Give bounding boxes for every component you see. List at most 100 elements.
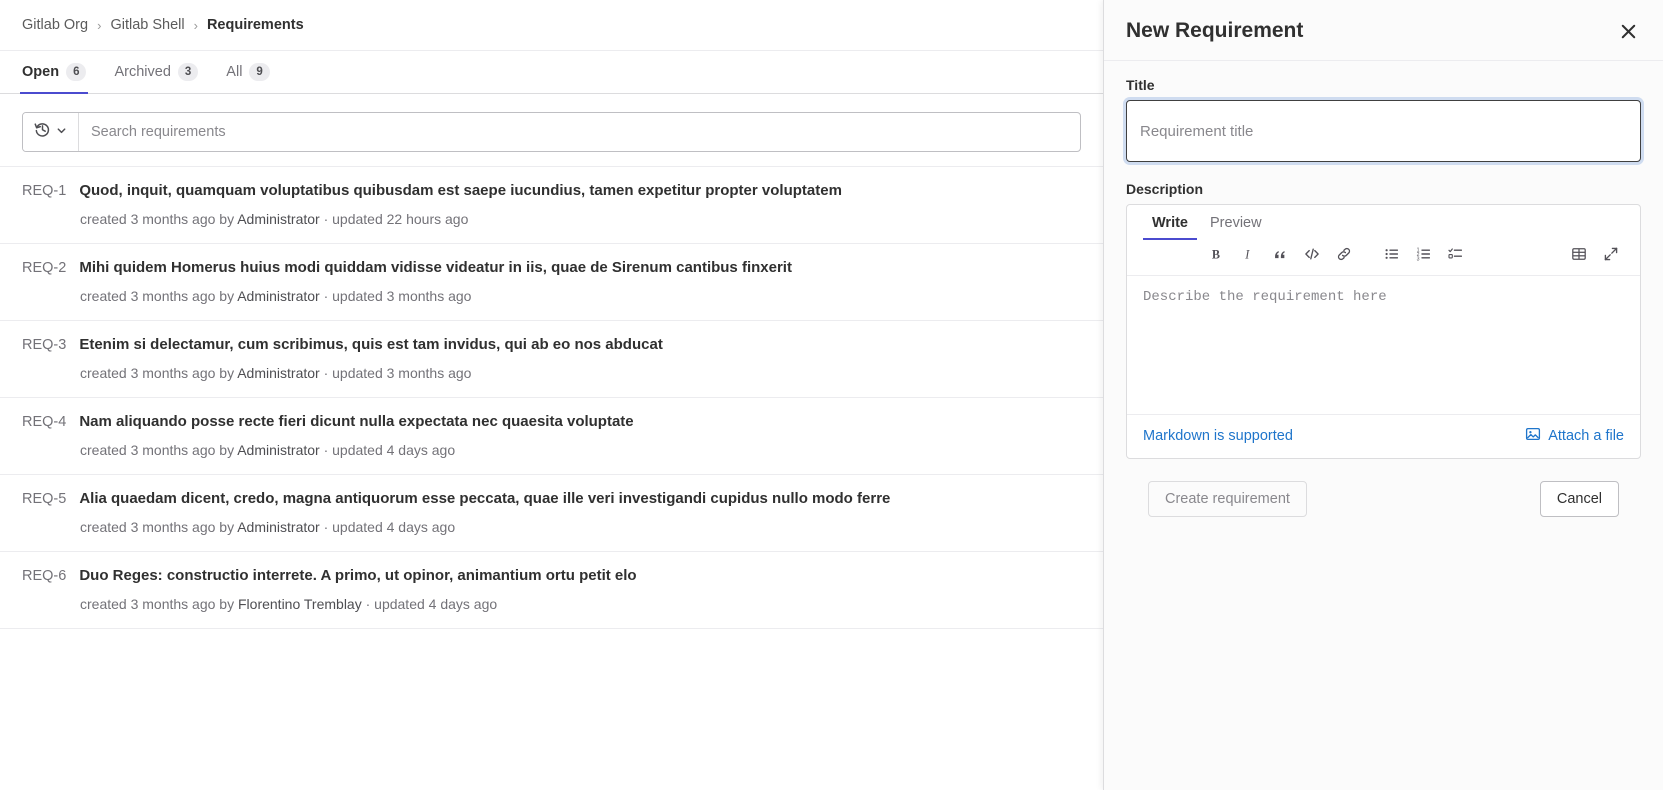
requirement-title[interactable]: Etenim si delectamur, cum scribimus, qui…: [79, 336, 662, 353]
requirement-id: REQ-6: [22, 568, 67, 584]
image-icon: [1525, 426, 1541, 446]
requirement-meta: created 3 months ago by Administrator · …: [80, 288, 1081, 304]
requirement-id: REQ-2: [22, 260, 67, 276]
search-bar-container: Search requirements: [0, 94, 1103, 166]
requirement-created: created 3 months ago by: [80, 288, 238, 304]
requirement-meta: created 3 months ago by Florentino Tremb…: [80, 596, 1081, 612]
svg-text:3: 3: [1417, 257, 1420, 262]
drawer-actions: Create requirement Cancel: [1126, 459, 1641, 517]
quote-icon[interactable]: [1265, 241, 1295, 267]
requirement-heading: REQ-3 Etenim si delectamur, cum scribimu…: [22, 336, 1081, 353]
requirement-author[interactable]: Administrator: [237, 442, 319, 458]
tab-all-count: 9: [249, 63, 270, 81]
requirement-updated: · updated 3 months ago: [319, 288, 472, 304]
tab-open-label: Open: [22, 64, 60, 80]
new-requirement-drawer: New Requirement Title Description Write …: [1103, 0, 1663, 790]
tab-open[interactable]: Open 6: [19, 51, 100, 94]
svg-text:I: I: [1244, 247, 1250, 261]
requirement-title[interactable]: Mihi quidem Homerus huius modi quiddam v…: [79, 259, 792, 276]
markdown-supported-link[interactable]: Markdown is supported: [1143, 428, 1293, 444]
requirement-title[interactable]: Quod, inquit, quamquam voluptatibus quib…: [79, 182, 842, 199]
requirement-updated: · updated 4 days ago: [319, 519, 456, 535]
requirement-title-input[interactable]: [1126, 100, 1641, 162]
requirement-meta: created 3 months ago by Administrator · …: [80, 442, 1081, 458]
requirement-author[interactable]: Administrator: [237, 288, 319, 304]
markdown-toolbar: B I 1 2 3: [1127, 240, 1640, 276]
requirement-created: created 3 months ago by: [80, 211, 238, 227]
tab-open-count: 6: [66, 63, 87, 81]
requirement-created: created 3 months ago by: [80, 519, 238, 535]
requirement-updated: · updated 3 months ago: [319, 365, 472, 381]
table-icon[interactable]: [1564, 241, 1594, 267]
requirement-meta: created 3 months ago by Administrator · …: [80, 519, 1081, 535]
recent-searches-dropdown[interactable]: [23, 113, 79, 151]
requirement-created: created 3 months ago by: [80, 365, 238, 381]
markdown-editor-footer: Markdown is supported Attach a file: [1127, 414, 1640, 458]
requirement-row-req-4[interactable]: REQ-4 Nam aliquando posse recte fieri di…: [0, 398, 1103, 475]
tab-archived[interactable]: Archived 3: [114, 51, 212, 93]
requirement-id: REQ-5: [22, 491, 67, 507]
italic-icon[interactable]: I: [1233, 241, 1263, 267]
breadcrumb-item-org[interactable]: Gitlab Org: [22, 17, 88, 33]
requirement-title[interactable]: Alia quaedam dicent, credo, magna antiqu…: [79, 490, 890, 507]
tab-preview[interactable]: Preview: [1201, 213, 1271, 240]
requirement-row-req-3[interactable]: REQ-3 Etenim si delectamur, cum scribimu…: [0, 321, 1103, 398]
cancel-button[interactable]: Cancel: [1539, 481, 1619, 517]
drawer-body: Title Description Write Preview B: [1104, 61, 1663, 790]
search-input[interactable]: Search requirements: [79, 113, 1080, 151]
tab-archived-count: 3: [177, 63, 199, 81]
create-requirement-button[interactable]: Create requirement: [1148, 481, 1307, 517]
requirement-description-textarea[interactable]: [1127, 276, 1640, 414]
requirement-id: REQ-1: [22, 183, 67, 199]
fullscreen-icon[interactable]: [1596, 241, 1626, 267]
search-placeholder: Search requirements: [91, 124, 226, 140]
requirement-author[interactable]: Administrator: [237, 211, 319, 227]
title-field-label: Title: [1126, 77, 1155, 93]
breadcrumb-item-project[interactable]: Gitlab Shell: [110, 17, 184, 33]
requirement-updated: · updated 4 days ago: [319, 442, 456, 458]
bold-icon[interactable]: B: [1201, 241, 1231, 267]
requirement-created: created 3 months ago by: [80, 442, 238, 458]
app-root: Gitlab Org › Gitlab Shell › Requirements…: [0, 0, 1663, 790]
breadcrumb-item-current[interactable]: Requirements: [207, 17, 304, 33]
requirement-id: REQ-3: [22, 337, 67, 353]
tab-all[interactable]: All 9: [226, 51, 284, 93]
requirement-updated: · updated 4 days ago: [361, 596, 498, 612]
tab-archived-label: Archived: [114, 64, 171, 80]
requirement-row-req-6[interactable]: REQ-6 Duo Reges: constructio interrete. …: [0, 552, 1103, 629]
bullet-list-icon[interactable]: [1377, 241, 1407, 267]
requirement-row-req-2[interactable]: REQ-2 Mihi quidem Homerus huius modi qui…: [0, 244, 1103, 321]
close-icon[interactable]: [1615, 18, 1641, 44]
svg-text:B: B: [1211, 247, 1219, 261]
breadcrumb: Gitlab Org › Gitlab Shell › Requirements: [0, 0, 1103, 50]
numbered-list-icon[interactable]: 1 2 3: [1409, 241, 1439, 267]
attach-file-label: Attach a file: [1548, 428, 1624, 444]
requirement-updated: · updated 22 hours ago: [319, 211, 469, 227]
requirement-meta: created 3 months ago by Administrator · …: [80, 365, 1081, 381]
requirement-meta: created 3 months ago by Administrator · …: [80, 211, 1081, 227]
requirement-heading: REQ-2 Mihi quidem Homerus huius modi qui…: [22, 259, 1081, 276]
breadcrumb-separator-icon: ›: [193, 17, 198, 33]
requirement-id: REQ-4: [22, 414, 67, 430]
task-list-icon[interactable]: [1441, 241, 1471, 267]
requirement-heading: REQ-5 Alia quaedam dicent, credo, magna …: [22, 490, 1081, 507]
code-icon[interactable]: [1297, 241, 1327, 267]
description-field-label: Description: [1126, 181, 1204, 197]
requirement-title[interactable]: Duo Reges: constructio interrete. A prim…: [79, 567, 636, 584]
search-box[interactable]: Search requirements: [22, 112, 1081, 152]
requirements-list: REQ-1 Quod, inquit, quamquam voluptatibu…: [0, 166, 1103, 629]
attach-file-button[interactable]: Attach a file: [1525, 426, 1624, 446]
drawer-title: New Requirement: [1126, 19, 1304, 42]
requirement-author[interactable]: Administrator: [237, 365, 319, 381]
requirement-author[interactable]: Florentino Tremblay: [238, 596, 362, 612]
requirement-heading: REQ-4 Nam aliquando posse recte fieri di…: [22, 413, 1081, 430]
history-icon: [34, 121, 51, 143]
requirement-title[interactable]: Nam aliquando posse recte fieri dicunt n…: [79, 413, 633, 430]
requirement-heading: REQ-6 Duo Reges: constructio interrete. …: [22, 567, 1081, 584]
drawer-header: New Requirement: [1104, 0, 1663, 61]
requirement-author[interactable]: Administrator: [237, 519, 319, 535]
tab-write[interactable]: Write: [1143, 213, 1197, 240]
requirement-row-req-5[interactable]: REQ-5 Alia quaedam dicent, credo, magna …: [0, 475, 1103, 552]
requirement-row-req-1[interactable]: REQ-1 Quod, inquit, quamquam voluptatibu…: [0, 167, 1103, 244]
link-icon[interactable]: [1329, 241, 1359, 267]
